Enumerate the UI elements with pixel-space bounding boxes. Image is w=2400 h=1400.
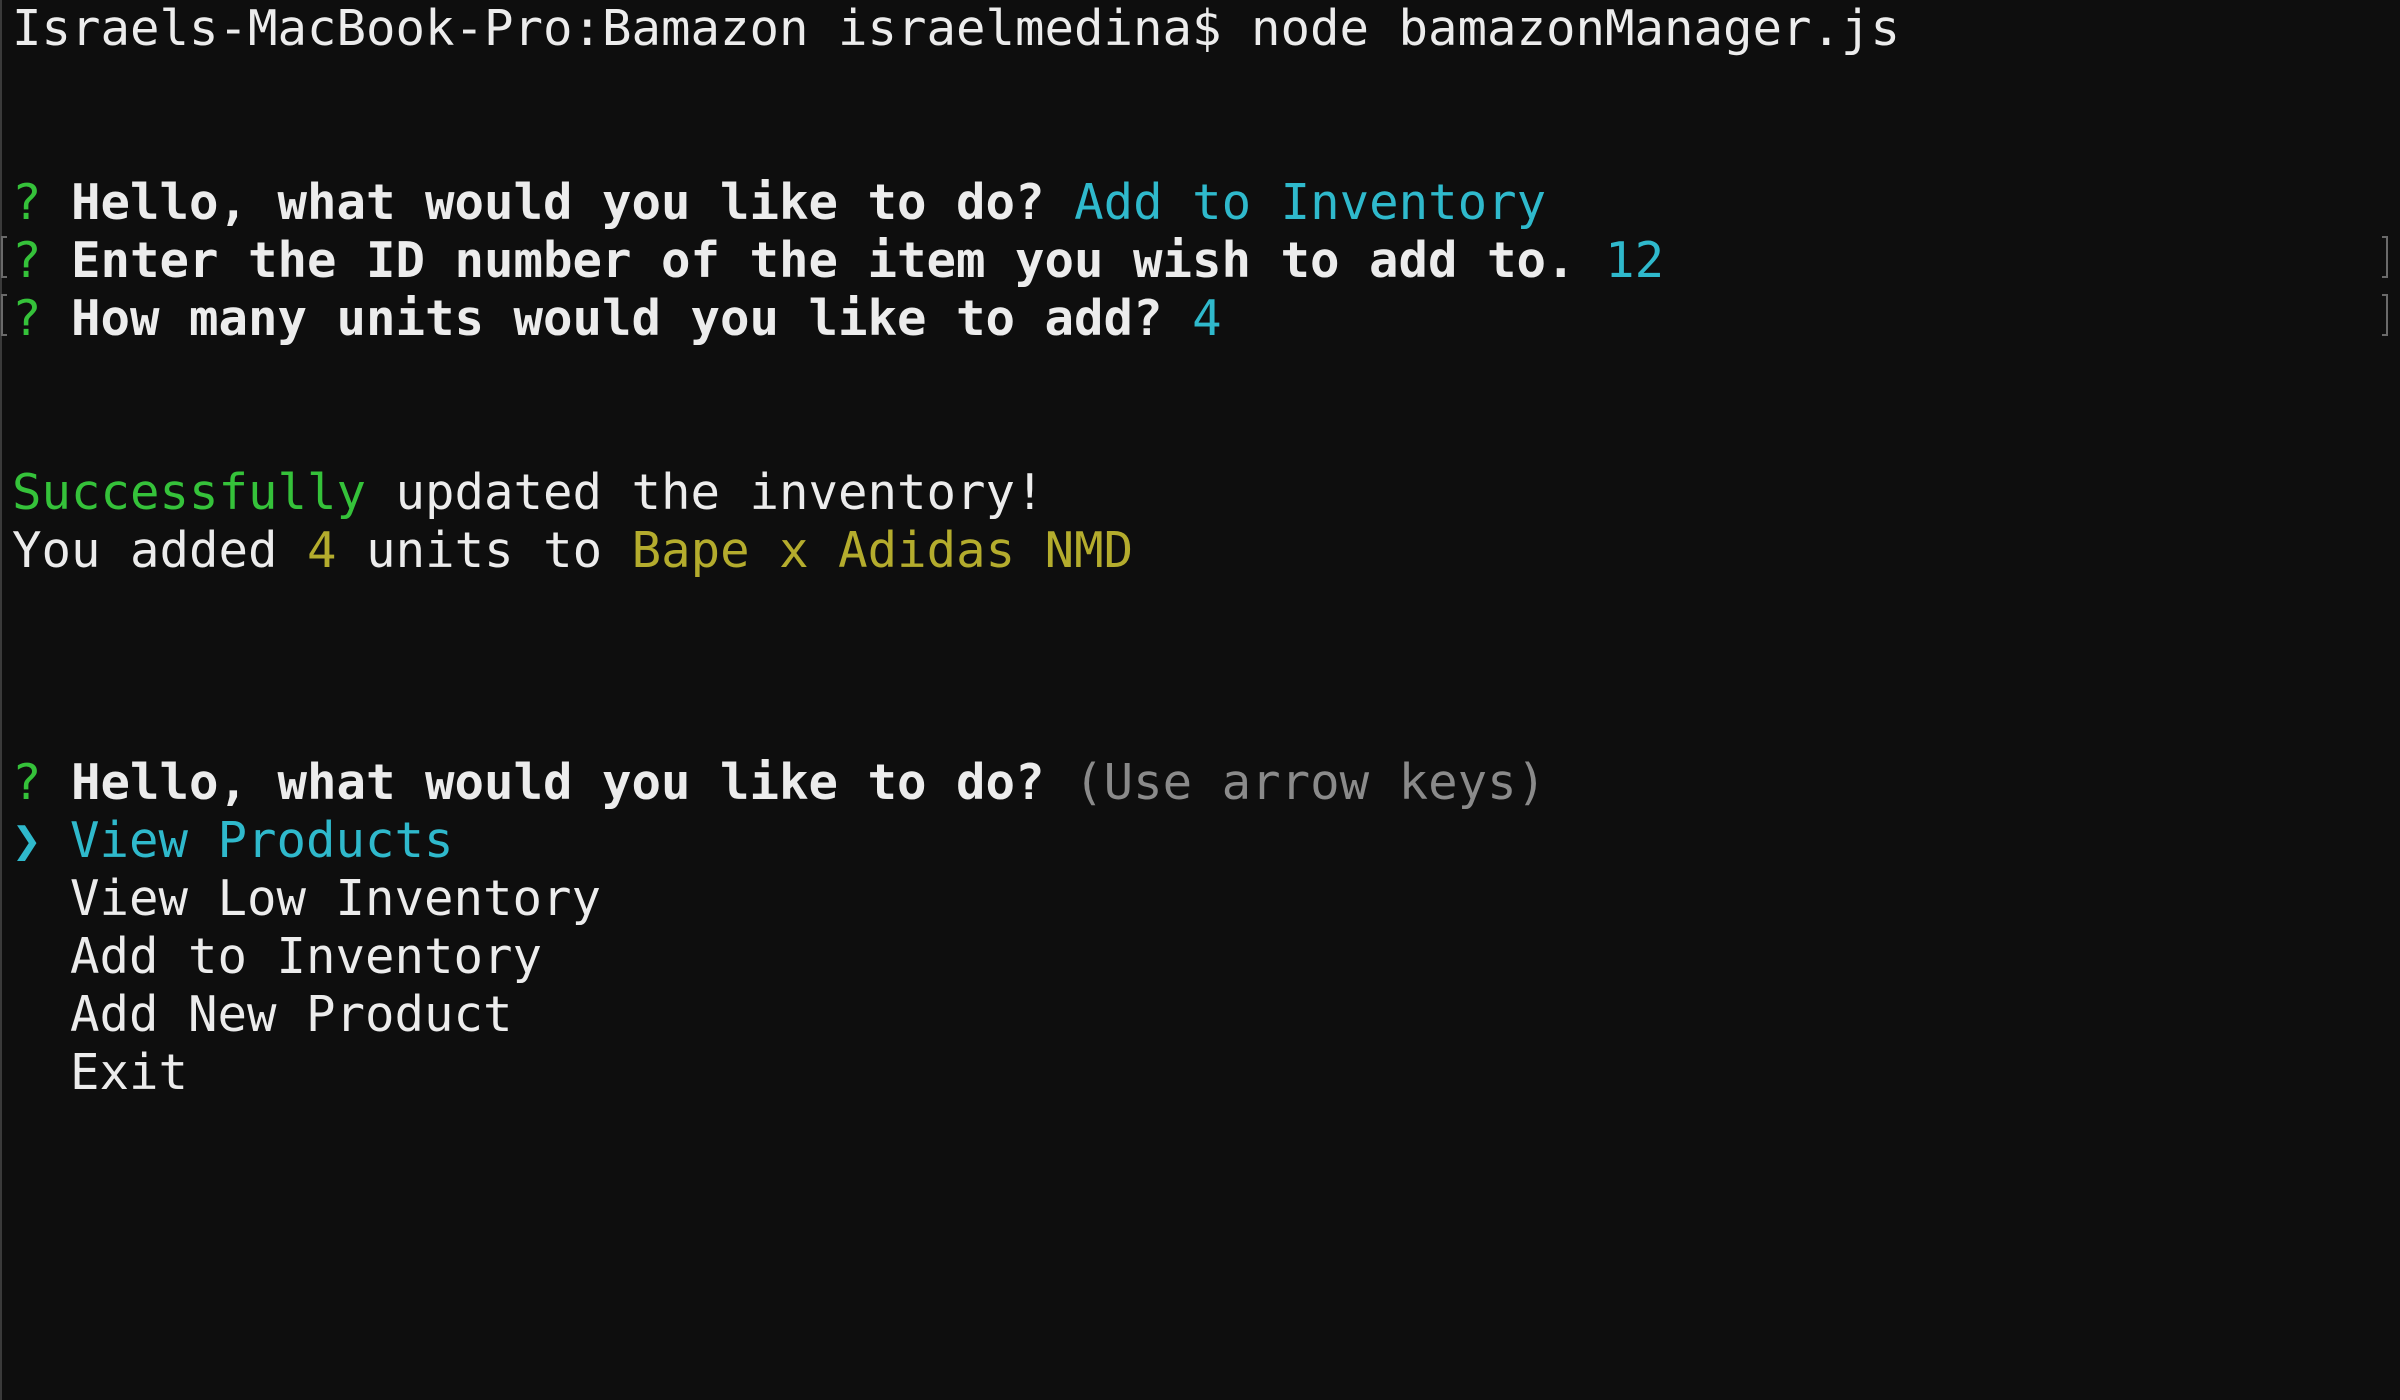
question-action-menu: ? Hello, what would you like to do? (Use… [12,754,1546,812]
question-answer: Add to Inventory [1074,174,1547,231]
mark-bracket-left [1,294,7,336]
mark-bracket-left [1,236,7,278]
command-line: Israels-MacBook-Pro:Bamazon israelmedina… [12,0,1900,58]
menu-item-view-low-inventory[interactable]: View Low Inventory [12,870,601,928]
success-text: updated the inventory! [395,464,1045,521]
question-item-id: ? Enter the ID number of the item you wi… [12,232,1664,290]
menu-item-label: Add New Product [70,986,513,1043]
added-product: Bape x Adidas NMD [631,522,1134,579]
question-action: ? Hello, what would you like to do? Add … [12,174,1546,232]
question-units: ? How many units would you like to add? … [12,290,1222,348]
question-answer: 4 [1192,290,1222,347]
menu-item-label: View Low Inventory [70,870,602,927]
question-text: Enter the ID number of the item you wish… [71,232,1576,289]
question-hint: (Use arrow keys) [1074,754,1547,811]
added-prefix: You added [12,522,278,579]
added-count: 4 [307,522,337,579]
question-text: How many units would you like to add? [71,290,1163,347]
menu-item-view-products[interactable]: ❯ View Products [12,812,454,870]
pointer-icon: ❯ [12,812,42,869]
question-mark: ? [12,174,42,231]
menu-item-label: Add to Inventory [70,928,543,985]
terminal-window[interactable]: Israels-MacBook-Pro:Bamazon israelmedina… [0,0,2400,1400]
menu-item-exit[interactable]: Exit [12,1044,188,1102]
mark-bracket-right [2382,236,2388,278]
question-text: Hello, what would you like to do? [71,754,1045,811]
success-word: Successfully [12,464,367,521]
question-mark: ? [12,754,42,811]
question-answer: 12 [1605,232,1665,289]
question-mark: ? [12,232,42,289]
mark-bracket-right [2382,294,2388,336]
success-message: Successfully updated the inventory! [12,464,1045,522]
question-text: Hello, what would you like to do? [71,174,1045,231]
question-mark: ? [12,290,42,347]
menu-item-add-new-product[interactable]: Add New Product [12,986,513,1044]
menu-item-label: Exit [70,1044,189,1101]
added-mid: units to [366,522,603,579]
menu-item-add-to-inventory[interactable]: Add to Inventory [12,928,542,986]
added-message: You added 4 units to Bape x Adidas NMD [12,522,1133,580]
shell-prompt: Israels-MacBook-Pro:Bamazon israelmedina… [12,0,1222,57]
window-edge [0,0,2,1400]
menu-item-label: View Products [70,812,454,869]
shell-command: node bamazonManager.js [1251,0,1901,57]
